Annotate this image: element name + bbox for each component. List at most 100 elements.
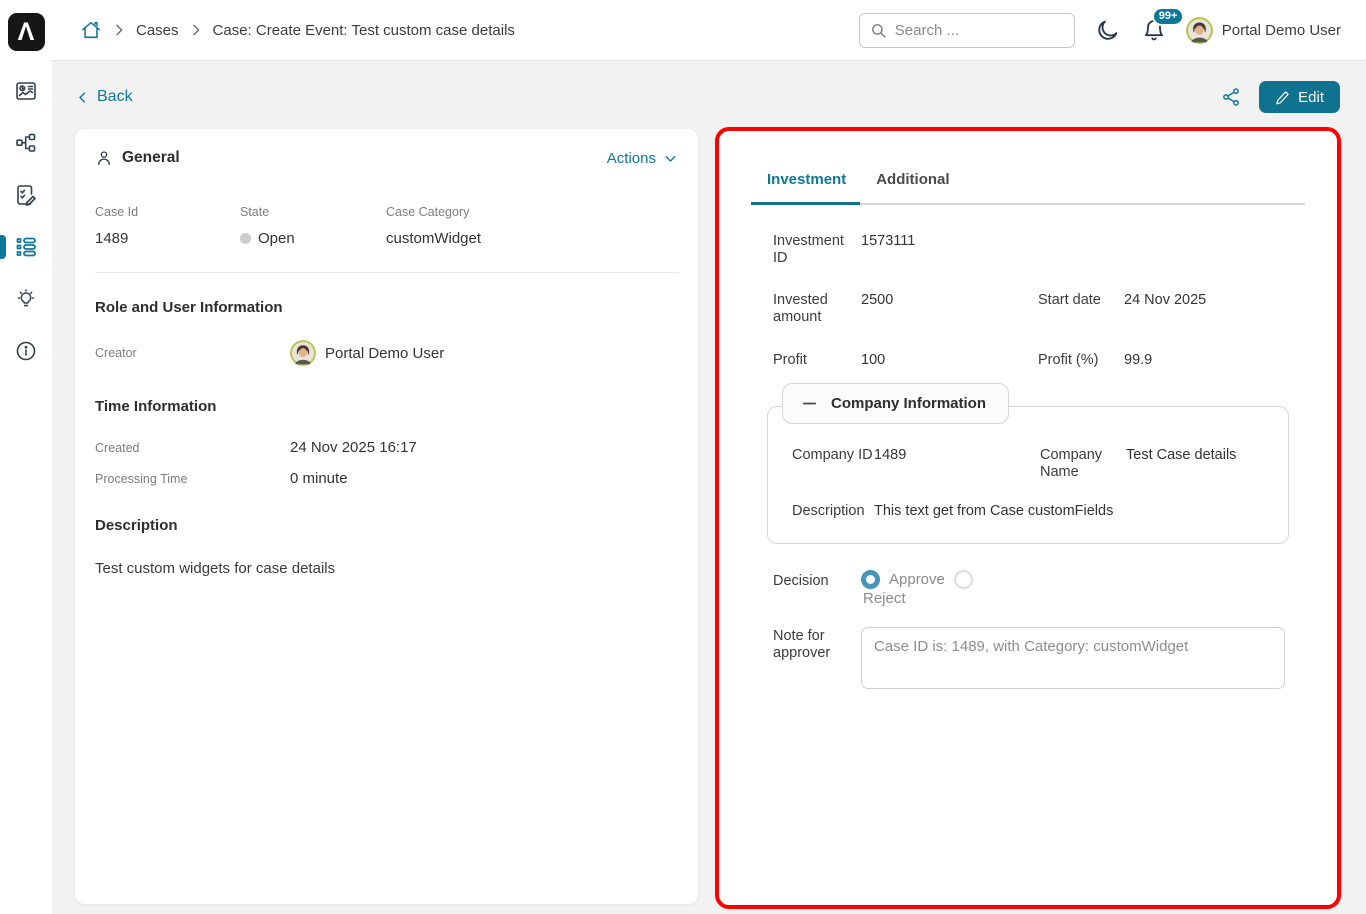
state-dot-icon: [240, 233, 251, 244]
company-panel-toggle[interactable]: Company Information: [782, 383, 1009, 424]
company-panel-title: Company Information: [831, 395, 986, 412]
role-section-title: Role and User Information: [95, 299, 678, 316]
reject-label: Reject: [863, 590, 906, 607]
profit-value: 100: [861, 352, 1038, 368]
chevron-left-icon: [75, 90, 90, 105]
invested-amount-value: 2500: [861, 292, 1038, 308]
processing-time-label: Processing Time: [95, 472, 290, 486]
created-label: Created: [95, 441, 290, 455]
cases-icon: [14, 235, 38, 259]
actions-dropdown[interactable]: Actions: [607, 150, 678, 167]
category-label: Case Category: [386, 205, 678, 219]
note-for-approver-input[interactable]: [861, 627, 1285, 689]
share-icon: [1221, 87, 1241, 107]
processing-time-value: 0 minute: [290, 470, 678, 487]
case-id-field: Case Id 1489: [95, 205, 240, 247]
sidebar-item-tasks[interactable]: [0, 169, 52, 221]
radio-approve[interactable]: [861, 570, 880, 589]
chevron-right-icon: [188, 22, 204, 38]
avatar: [1186, 17, 1213, 44]
chevron-down-icon: [663, 151, 678, 166]
tab-investment[interactable]: Investment: [767, 171, 852, 203]
back-button[interactable]: Back: [75, 88, 133, 106]
edit-button[interactable]: Edit: [1259, 81, 1340, 113]
invested-amount-label: Invested amount: [773, 292, 861, 325]
case-summary: Case Id 1489 State Open Case Category cu…: [95, 205, 678, 247]
tasks-icon: [14, 183, 38, 207]
sidebar-item-info[interactable]: [0, 325, 52, 377]
state-field: State Open: [240, 205, 386, 247]
company-name-label: Company Name: [1040, 447, 1126, 480]
top-bar: Cases Case: Create Event: Test custom ca…: [0, 0, 1366, 61]
decision-label: Decision: [773, 570, 861, 589]
divider: [95, 272, 678, 273]
category-field: Case Category customWidget: [386, 205, 678, 247]
notification-badge: 99+: [1152, 7, 1185, 26]
company-fields: Company ID 1489 Company Name Test Case d…: [792, 447, 1264, 519]
app-logo[interactable]: Λ: [8, 13, 45, 51]
case-details-card: Investment Additional Investment ID 1573…: [715, 127, 1341, 909]
moon-icon: [1095, 18, 1120, 43]
company-desc-value: This text get from Case customFields: [874, 503, 1264, 519]
creator-label: Creator: [95, 346, 290, 360]
investment-id-label: Investment ID: [773, 233, 861, 266]
search-icon: [870, 22, 887, 39]
main-content: Back Edit Gen: [52, 61, 1366, 914]
state-label: State: [240, 205, 386, 219]
breadcrumb-current: Case: Create Event: Test custom case det…: [213, 22, 515, 39]
edit-pencil-icon: [1275, 90, 1290, 105]
processes-icon: [14, 131, 38, 155]
minus-icon: [801, 395, 818, 412]
details-tabs: Investment Additional: [767, 171, 1305, 205]
sidebar-item-dashboard[interactable]: [0, 65, 52, 117]
breadcrumb: Cases Case: Create Event: Test custom ca…: [80, 19, 515, 41]
note-label: Note for approver: [773, 627, 861, 661]
company-information-panel: Company Information Company ID 1489 Comp…: [767, 406, 1289, 544]
creator-avatar: [290, 340, 316, 366]
notifications-button[interactable]: 99+: [1140, 16, 1168, 44]
case-toolbar: Back Edit: [75, 81, 1340, 113]
created-row: Created 24 Nov 2025 16:17: [95, 439, 678, 456]
category-value: customWidget: [386, 230, 678, 247]
dark-mode-toggle[interactable]: [1093, 16, 1122, 45]
profit-label: Profit: [773, 352, 861, 369]
start-date-value: 24 Nov 2025: [1124, 292, 1287, 308]
logo-glyph: Λ: [18, 18, 35, 47]
breadcrumb-cases[interactable]: Cases: [136, 22, 179, 39]
decision-radio-group: Approve Reject: [861, 570, 993, 607]
created-value: 24 Nov 2025 16:17: [290, 439, 678, 456]
creator-row: Creator Portal Demo User: [95, 340, 678, 366]
search-input[interactable]: [895, 22, 1064, 39]
home-icon[interactable]: [80, 19, 102, 41]
description-section-title: Description: [95, 517, 678, 534]
company-id-value: 1489: [874, 447, 1040, 463]
ideas-icon: [14, 287, 38, 311]
left-sidebar: Λ: [0, 0, 52, 914]
sidebar-item-cases[interactable]: [0, 221, 52, 273]
user-menu[interactable]: Portal Demo User: [1186, 17, 1341, 44]
state-value: Open: [258, 230, 295, 247]
case-id-value: 1489: [95, 230, 240, 247]
actions-label: Actions: [607, 150, 656, 167]
global-search[interactable]: [859, 13, 1075, 48]
time-section-title: Time Information: [95, 398, 678, 415]
general-card-title: General: [122, 149, 180, 167]
creator-value: Portal Demo User: [325, 345, 444, 362]
note-field: Note for approver: [767, 627, 1305, 689]
investment-fields: Investment ID 1573111 Invested amount 25…: [767, 233, 1305, 368]
tab-additional[interactable]: Additional: [876, 171, 955, 203]
approve-label: Approve: [889, 571, 945, 588]
radio-reject[interactable]: [954, 570, 973, 589]
sidebar-item-processes[interactable]: [0, 117, 52, 169]
company-desc-label: Description: [792, 503, 874, 520]
share-button[interactable]: [1219, 85, 1243, 109]
dashboard-icon: [14, 79, 38, 103]
user-name: Portal Demo User: [1222, 22, 1341, 39]
info-icon: [14, 339, 38, 363]
sidebar-item-ideas[interactable]: [0, 273, 52, 325]
company-id-label: Company ID: [792, 447, 874, 464]
profit-pct-value: 99.9: [1124, 352, 1287, 368]
profit-pct-label: Profit (%): [1038, 352, 1124, 369]
start-date-label: Start date: [1038, 292, 1124, 309]
general-card: General Actions Case Id 1489 State: [75, 129, 698, 904]
